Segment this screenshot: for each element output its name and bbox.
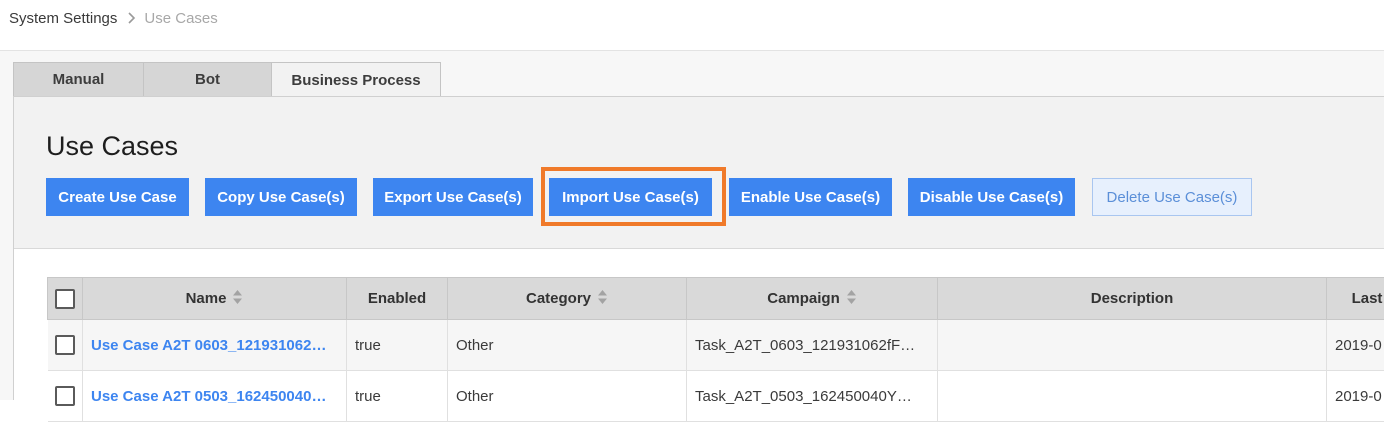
row-campaign-cell: Task_A2T_0503_162450040Y… (687, 371, 938, 422)
table-row[interactable]: Use Case A2T 0503_162450040… true Other … (48, 371, 1384, 422)
row-select-cell (48, 371, 83, 422)
disable-use-cases-button[interactable]: Disable Use Case(s) (908, 178, 1075, 216)
sort-icon[interactable] (846, 289, 857, 309)
column-category-label: Category (526, 290, 591, 307)
enable-use-cases-button[interactable]: Enable Use Case(s) (729, 178, 892, 216)
column-header-name[interactable]: Name (83, 278, 347, 320)
sort-icon[interactable] (597, 289, 608, 309)
tab-panel: Use Cases Create Use Case Copy Use Case(… (13, 96, 1384, 400)
row-last-cell: 2019-0 (1327, 320, 1384, 371)
delete-use-cases-button[interactable]: Delete Use Case(s) (1092, 178, 1252, 216)
select-all-cell (48, 278, 83, 320)
column-name-label: Name (186, 290, 227, 307)
row-enabled-cell: true (347, 320, 448, 371)
row-category-cell: Other (448, 371, 687, 422)
row-description-cell (938, 320, 1327, 371)
table-row[interactable]: Use Case A2T 0603_121931062… true Other … (48, 320, 1384, 371)
breadcrumb: System Settings Use Cases (9, 8, 218, 28)
row-checkbox[interactable] (55, 335, 75, 355)
row-last-cell: 2019-0 (1327, 371, 1384, 422)
tab-bar: Manual Bot Business Process (13, 62, 441, 97)
row-category-cell: Other (448, 320, 687, 371)
row-checkbox[interactable] (55, 386, 75, 406)
row-campaign-cell: Task_A2T_0603_121931062fF… (687, 320, 938, 371)
column-header-description[interactable]: Description (938, 278, 1327, 320)
use-case-name-link[interactable]: Use Case A2T 0503_162450040… (91, 388, 326, 405)
tab-manual[interactable]: Manual (13, 62, 143, 97)
use-cases-table: Name Enabled Category Campaign Descripti… (47, 277, 1384, 422)
breadcrumb-system-settings[interactable]: System Settings (9, 10, 117, 27)
use-case-name-link[interactable]: Use Case A2T 0603_121931062… (91, 337, 326, 354)
select-all-checkbox[interactable] (55, 289, 75, 309)
page-title: Use Cases (46, 131, 178, 162)
export-use-cases-button[interactable]: Export Use Case(s) (373, 178, 533, 216)
content-area: Name Enabled Category Campaign Descripti… (14, 249, 1384, 401)
tab-bot[interactable]: Bot (143, 62, 271, 97)
column-campaign-label: Campaign (767, 290, 840, 307)
column-header-last[interactable]: Last (1327, 278, 1384, 320)
sort-icon[interactable] (232, 289, 243, 309)
row-description-cell (938, 371, 1327, 422)
column-header-enabled[interactable]: Enabled (347, 278, 448, 320)
copy-use-cases-button[interactable]: Copy Use Case(s) (205, 178, 357, 216)
tab-business-process[interactable]: Business Process (271, 62, 441, 98)
column-header-category[interactable]: Category (448, 278, 687, 320)
row-select-cell (48, 320, 83, 371)
import-highlight-box (541, 167, 726, 226)
breadcrumb-current: Use Cases (144, 10, 217, 27)
column-header-campaign[interactable]: Campaign (687, 278, 938, 320)
row-name-cell: Use Case A2T 0603_121931062… (83, 320, 347, 371)
chevron-right-icon (127, 12, 136, 24)
row-name-cell: Use Case A2T 0503_162450040… (83, 371, 347, 422)
row-enabled-cell: true (347, 371, 448, 422)
table-header-row: Name Enabled Category Campaign Descripti… (48, 278, 1384, 320)
create-use-case-button[interactable]: Create Use Case (46, 178, 189, 216)
